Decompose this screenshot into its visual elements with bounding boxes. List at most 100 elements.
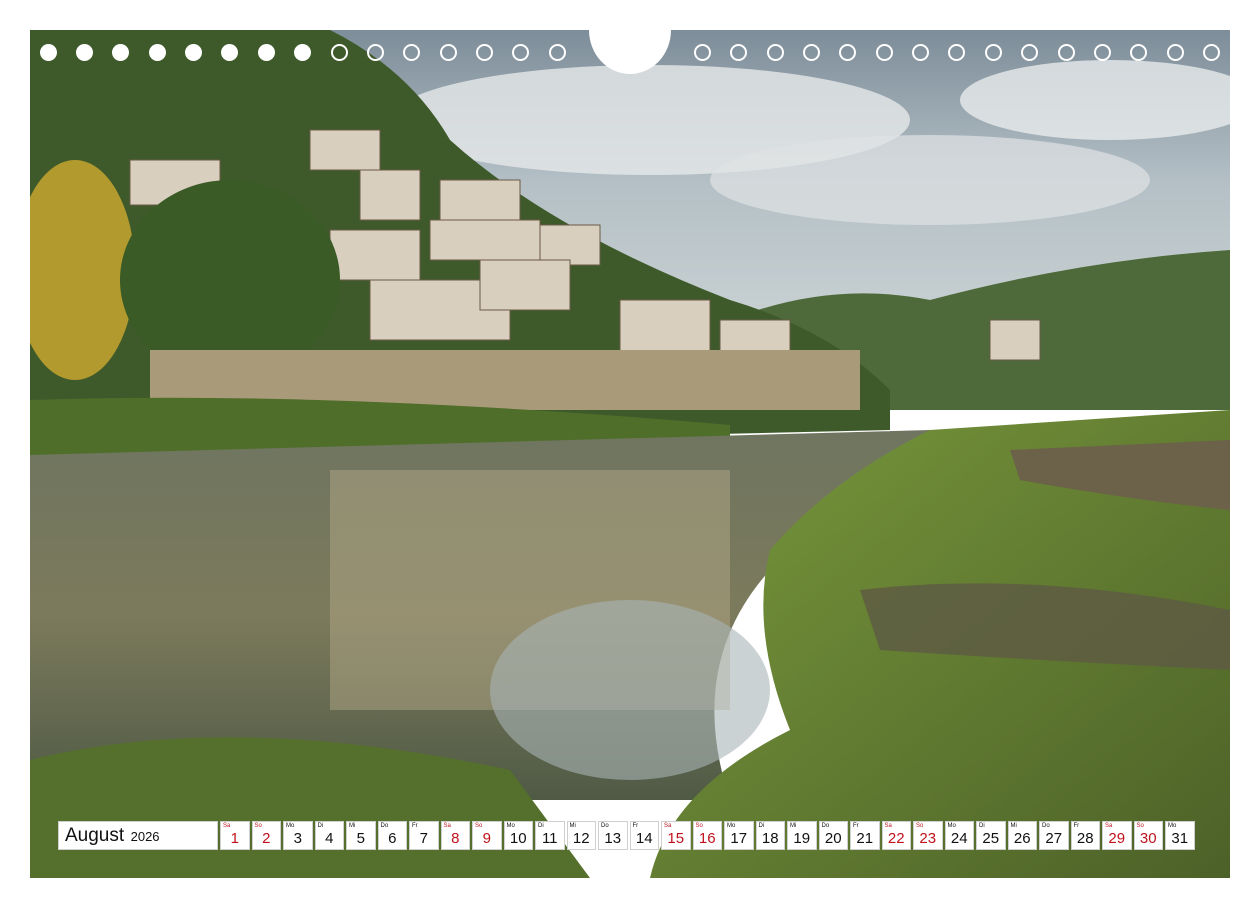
day-number: 19 bbox=[793, 830, 811, 847]
day-number: 21 bbox=[856, 830, 874, 847]
day-cell: Sa 8 bbox=[440, 821, 470, 850]
binding-hole bbox=[367, 44, 384, 61]
day-cell: So 30 bbox=[1133, 821, 1163, 850]
calendar-strip: August 2026 Sa 1 So 2 Mo 3 Di 4 Mi 5 Do 6 Fr 7 Sa 8 So 9 M… bbox=[58, 821, 1195, 850]
day-number: 3 bbox=[293, 830, 302, 847]
binding-hole bbox=[149, 44, 166, 61]
day-number: 12 bbox=[572, 830, 590, 847]
weekday-label: Mi bbox=[1010, 823, 1017, 829]
day-cell: Fr 21 bbox=[850, 821, 880, 850]
weekday-label: Do bbox=[380, 823, 389, 829]
binding-hole bbox=[476, 44, 493, 61]
day-cell: So 9 bbox=[472, 821, 502, 850]
day-cell: Mi 26 bbox=[1007, 821, 1037, 850]
day-cell: Mo 17 bbox=[724, 821, 754, 850]
weekday-label: So bbox=[254, 823, 262, 829]
binding-hole bbox=[803, 44, 820, 61]
binding-hole bbox=[185, 44, 202, 61]
weekday-label: Do bbox=[601, 823, 609, 829]
day-number: 25 bbox=[982, 830, 1000, 847]
day-cell: So 16 bbox=[692, 821, 722, 850]
day-number: 31 bbox=[1171, 830, 1189, 847]
day-number: 28 bbox=[1076, 830, 1094, 847]
binding-hole bbox=[512, 44, 529, 61]
weekday-label: Fr bbox=[412, 823, 418, 829]
binding-hole bbox=[440, 44, 457, 61]
day-cell: Sa 22 bbox=[881, 821, 911, 850]
binding-hole bbox=[767, 44, 784, 61]
day-cell: Sa 15 bbox=[661, 821, 691, 850]
day-number: 16 bbox=[698, 830, 716, 847]
weekday-label: Mo bbox=[727, 823, 736, 829]
weekday-label: Sa bbox=[1105, 823, 1113, 829]
day-cell: Do 6 bbox=[377, 821, 407, 850]
day-cell: Di 18 bbox=[755, 821, 785, 850]
day-number: 14 bbox=[635, 830, 653, 847]
binding-hole bbox=[694, 44, 711, 61]
weekday-label: Di bbox=[758, 823, 765, 829]
binding-hole bbox=[1094, 44, 1111, 61]
day-cell: Di 25 bbox=[976, 821, 1006, 850]
day-cell: Mi 5 bbox=[346, 821, 376, 850]
day-number: 13 bbox=[604, 830, 622, 847]
day-cell: Mo 31 bbox=[1165, 821, 1195, 850]
day-number: 7 bbox=[419, 830, 428, 847]
sky-reflection bbox=[490, 600, 770, 780]
day-number: 27 bbox=[1045, 830, 1063, 847]
weekday-label: Di bbox=[538, 823, 544, 829]
day-cell: So 2 bbox=[251, 821, 281, 850]
binding-hole bbox=[221, 44, 238, 61]
day-number: 17 bbox=[730, 830, 748, 847]
day-number: 10 bbox=[509, 830, 527, 847]
weekday-label: Sa bbox=[443, 823, 451, 829]
day-number: 2 bbox=[262, 830, 271, 847]
day-cell: Do 13 bbox=[598, 821, 628, 850]
binding-hole bbox=[1203, 44, 1220, 61]
day-number: 5 bbox=[356, 830, 365, 847]
month-name: August bbox=[65, 825, 125, 846]
binding-hole bbox=[40, 44, 57, 61]
weekday-label: So bbox=[695, 823, 703, 829]
day-number: 24 bbox=[950, 830, 968, 847]
weekday-label: Do bbox=[821, 823, 830, 829]
weekday-label: So bbox=[475, 823, 483, 829]
weekday-label: Di bbox=[317, 823, 324, 829]
weekday-label: Fr bbox=[1073, 823, 1080, 829]
day-cell: Sa 29 bbox=[1102, 821, 1132, 850]
day-number: 9 bbox=[482, 830, 491, 847]
day-cell: Di 11 bbox=[535, 821, 565, 850]
weekday-label: Sa bbox=[223, 823, 231, 829]
weekday-label: Di bbox=[979, 823, 985, 829]
day-cell: Fr 7 bbox=[409, 821, 439, 850]
weekday-label: Mo bbox=[1168, 823, 1177, 829]
binding-hole bbox=[549, 44, 566, 61]
weekday-label: Mo bbox=[286, 823, 295, 829]
day-cell: Fr 14 bbox=[629, 821, 659, 850]
binding-hole bbox=[112, 44, 129, 61]
weekday-label: So bbox=[916, 823, 924, 829]
day-number: 23 bbox=[919, 830, 937, 847]
weekday-label: Do bbox=[1042, 823, 1050, 829]
month-label: August 2026 bbox=[58, 821, 218, 850]
day-cell: Mi 19 bbox=[787, 821, 817, 850]
weekday-label: Mi bbox=[349, 823, 356, 829]
weekday-label: Mi bbox=[569, 823, 576, 829]
binding-hole bbox=[839, 44, 856, 61]
binding-hole bbox=[403, 44, 420, 61]
binding-hole bbox=[76, 44, 93, 61]
weekday-label: Sa bbox=[664, 823, 672, 829]
day-cell: Mo 24 bbox=[944, 821, 974, 850]
weekday-label: Mo bbox=[506, 823, 515, 829]
weekday-label: Fr bbox=[632, 823, 639, 829]
day-cell: So 23 bbox=[913, 821, 943, 850]
day-cell: Mo 10 bbox=[503, 821, 533, 850]
binding-hole bbox=[876, 44, 893, 61]
binding-hole bbox=[912, 44, 929, 61]
binding-hole bbox=[331, 44, 348, 61]
binding-hole bbox=[294, 44, 311, 61]
day-cell: Do 20 bbox=[818, 821, 848, 850]
weekday-label: Fr bbox=[853, 823, 859, 829]
binding-hole bbox=[1130, 44, 1147, 61]
day-number: 30 bbox=[1139, 830, 1157, 847]
binding-hole bbox=[1021, 44, 1038, 61]
